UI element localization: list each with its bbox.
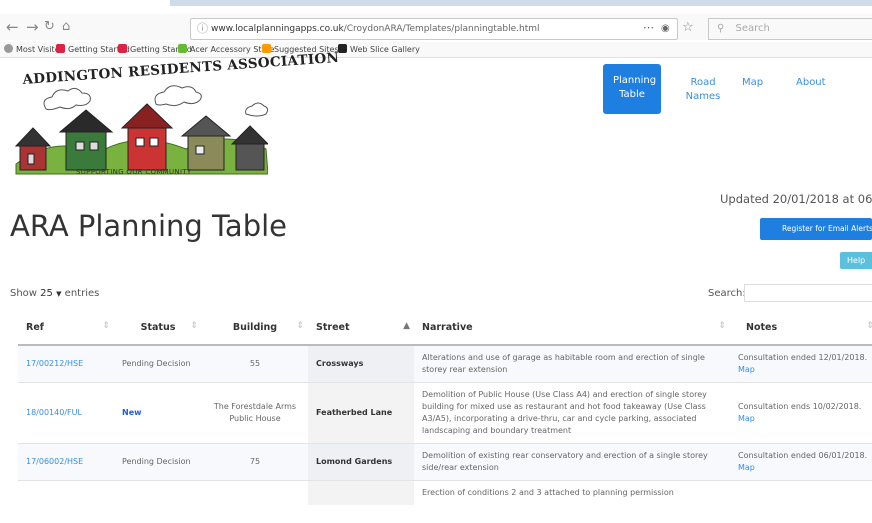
sort-icon: ⇕ <box>866 321 872 331</box>
table-row: 18/00140/FUL New The Forestdale Arms Pub… <box>18 382 872 444</box>
window-title-strip <box>170 0 872 6</box>
url-text: www.localplanningapps.co.uk/CroydonARA/T… <box>211 24 540 34</box>
show-entries-control: Show 25 ▼ entries <box>10 288 100 299</box>
home-icon[interactable]: ⌂ <box>62 19 70 34</box>
map-link[interactable]: Map <box>738 463 755 472</box>
page-title: ARA Planning Table <box>10 209 288 243</box>
building-cell <box>202 480 308 505</box>
register-email-alerts-button[interactable]: Register for Email Alerts <box>760 218 872 240</box>
column-header-ref[interactable]: Ref ⇕ <box>18 311 114 346</box>
notes-cell: Consultation ends 10/02/2018. Map <box>730 382 872 444</box>
pocket-icon[interactable]: ◉ <box>661 19 670 39</box>
sort-icon: ⇕ <box>296 321 304 331</box>
sort-icon: ⇕ <box>102 321 110 331</box>
map-link[interactable]: Map <box>738 414 755 423</box>
narrative-cell: Erection of conditions 2 and 3 attached … <box>414 480 730 505</box>
planning-ref-link[interactable] <box>18 480 114 505</box>
entries-select[interactable]: 25 ▼ <box>40 288 61 299</box>
nav-planning-table[interactable]: Planning Table <box>603 64 661 114</box>
bookmarks-toolbar: Most Visited Getting Started Getting Sta… <box>0 42 872 58</box>
planning-ref-link[interactable]: 17/00212/HSE <box>18 344 114 383</box>
nav-road-names[interactable]: Road Names <box>680 76 726 104</box>
logo-subtitle: SUPPORTING OUR COMMUNITY <box>76 168 192 176</box>
bookmark-acer-store[interactable]: Acer Accessory Store <box>178 44 274 54</box>
planning-ref-link[interactable]: 18/00140/FUL <box>18 382 114 444</box>
sort-icon: ⇕ <box>718 321 726 331</box>
url-bar[interactable]: ⓘ www.localplanningapps.co.uk/CroydonARA… <box>190 18 678 40</box>
search-icon: ⚲ <box>717 23 725 34</box>
back-icon[interactable]: ← <box>6 18 19 36</box>
notes-cell <box>730 480 872 505</box>
map-link[interactable]: Map <box>738 365 755 374</box>
narrative-cell: Demolition of Public House (Use Class A4… <box>414 382 730 444</box>
forward-icon[interactable]: → <box>26 18 39 36</box>
browser-search-input[interactable]: ⚲ Search <box>708 18 872 40</box>
narrative-cell: Demolition of existing rear conservatory… <box>414 443 730 481</box>
nav-about[interactable]: About <box>796 76 826 90</box>
notes-cell: Consultation ended 06/01/2018. Map <box>730 443 872 481</box>
table-row: Erection of conditions 2 and 3 attached … <box>18 480 872 505</box>
column-header-narrative[interactable]: Narrative ⇕ <box>414 311 730 346</box>
bookmark-web-slice-gallery[interactable]: Web Slice Gallery <box>338 44 420 54</box>
bookmark-star-icon[interactable]: ☆ <box>682 20 694 35</box>
status-cell: Pending Decision <box>114 344 202 383</box>
column-header-building[interactable]: Building ⇕ <box>202 311 308 346</box>
table-search-input[interactable] <box>744 284 872 302</box>
help-button[interactable]: Help <box>840 252 872 269</box>
status-cell <box>114 480 202 505</box>
street-cell: Lomond Gardens <box>308 443 414 481</box>
table-row: 17/00212/HSE Pending Decision 55 Crosswa… <box>18 344 872 383</box>
table-row: 17/06002/HSE Pending Decision 75 Lomond … <box>18 443 872 481</box>
street-cell: Featherbed Lane <box>308 382 414 444</box>
building-cell: 55 <box>202 344 308 383</box>
street-cell <box>308 480 414 505</box>
planning-ref-link[interactable]: 17/06002/HSE <box>18 443 114 481</box>
page-actions-icon[interactable]: ⋯ <box>643 18 654 38</box>
column-header-notes[interactable]: Notes ⇕ <box>730 311 872 346</box>
site-info-icon[interactable]: ⓘ <box>197 19 208 39</box>
sort-asc-icon: ▲ <box>403 321 410 331</box>
sort-icon: ⇕ <box>190 321 198 331</box>
notes-cell: Consultation ended 12/01/2018. Map <box>730 344 872 383</box>
status-cell: New <box>114 382 202 444</box>
column-header-street[interactable]: Street ▲ <box>308 311 414 346</box>
chevron-down-icon: ▼ <box>56 290 62 298</box>
building-cell: The Forestdale Arms Public House <box>202 382 308 444</box>
street-cell: Crossways <box>308 344 414 383</box>
column-header-status[interactable]: Status ⇕ <box>114 311 202 346</box>
reload-icon[interactable]: ↻ <box>44 19 55 34</box>
planning-table: Ref ⇕ Status ⇕ Building ⇕ Street ▲ Narrative… <box>18 311 872 505</box>
nav-map[interactable]: Map <box>742 76 763 90</box>
narrative-cell: Alterations and use of garage as habitab… <box>414 344 730 383</box>
table-search-label: Search: <box>708 288 746 299</box>
updated-timestamp: Updated 20/01/2018 at 06:41 <box>720 192 872 206</box>
status-cell: Pending Decision <box>114 443 202 481</box>
building-cell: 75 <box>202 443 308 481</box>
